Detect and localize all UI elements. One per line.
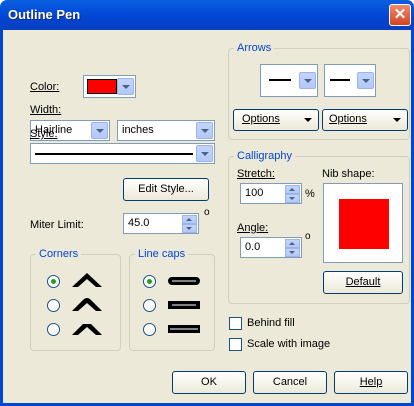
cancel-label: Cancel [272,376,308,388]
options-left-label: Options [242,113,280,125]
window-title: Outline Pen [8,7,81,22]
stretch-value: 100 [245,187,264,199]
square-cap-icon [168,325,200,333]
percent-label: % [305,188,315,200]
arrow-end-preview [330,79,350,81]
bevel-corner-icon [72,324,102,335]
chevron-down-icon [196,122,213,139]
scale-with-image-label: Scale with image [247,338,331,350]
arrows-title: Arrows [234,42,275,54]
spin-up-icon[interactable] [182,215,197,224]
calligraphy-title: Calligraphy [234,150,296,162]
unit-select[interactable]: inches [117,120,215,141]
nib-shape-preview[interactable] [323,183,403,263]
corner-round-radio[interactable] [47,299,60,312]
color-picker[interactable] [83,75,136,98]
round-cap-icon [168,301,200,309]
color-swatch [87,79,117,94]
arrow-options-left-button[interactable]: Options [233,109,319,131]
chevron-down-icon [91,122,108,139]
nib-shape-label: Nib shape: [322,168,375,180]
miter-corner-icon [72,273,102,287]
color-dropdown-icon [117,78,134,95]
spin-up-icon[interactable] [285,239,300,248]
style-label: Style: [30,128,58,140]
color-label: Color: [30,81,60,93]
miter-limit-value: 45.0 [128,217,150,229]
spin-up-icon[interactable] [285,185,300,194]
chevron-down-icon [196,145,213,162]
angle-degree-symbol: o [305,231,311,242]
edit-style-button[interactable]: Edit Style... [123,178,209,201]
spin-down-icon[interactable] [285,248,300,257]
stretch-spinner[interactable]: 100 [240,183,302,204]
miter-limit-label: Miter Limit: [30,219,84,231]
line-style-select[interactable] [30,143,215,164]
cancel-button[interactable]: Cancel [253,371,327,394]
degree-symbol: o [204,207,210,218]
default-label: Default [345,276,381,288]
options-right-label: Options [329,113,367,125]
unit-value: inches [122,124,154,136]
corner-bevel-radio[interactable] [47,323,60,336]
edit-style-label: Edit Style... [138,183,194,195]
width-label: Width: [30,104,62,116]
ok-label: OK [201,376,217,388]
chevron-down-icon [299,72,316,89]
spin-down-icon[interactable] [285,194,300,203]
help-label: Help [359,376,383,388]
round-corner-icon [72,298,102,311]
start-arrow-select[interactable] [260,64,318,97]
arrow-start-preview [269,79,291,81]
dropdown-arrow-icon [304,118,312,122]
ok-button[interactable]: OK [172,371,246,394]
dropdown-arrow-icon [393,118,401,122]
end-arrow-select[interactable] [324,64,376,97]
cap-round-radio[interactable] [143,299,156,312]
spin-down-icon[interactable] [182,224,197,233]
cap-square-radio[interactable] [143,323,156,336]
line-style-preview [35,153,193,155]
angle-label: Angle: [237,222,269,234]
chevron-down-icon [357,72,374,89]
nib-shape-square [339,199,389,249]
cap-butt-radio[interactable] [143,275,156,288]
butt-cap-icon [168,277,200,285]
angle-value: 0.0 [245,241,261,253]
corner-miter-radio[interactable] [47,275,60,288]
close-button[interactable]: ✕ [389,4,411,26]
arrow-options-right-button[interactable]: Options [322,109,408,131]
scale-with-image-checkbox[interactable] [229,338,242,351]
angle-spinner[interactable]: 0.0 [240,237,302,258]
help-button[interactable]: Help [334,371,408,394]
corners-title: Corners [36,248,82,260]
miter-limit-spinner[interactable]: 45.0 [123,213,199,234]
line-caps-title: Line caps [135,248,189,260]
behind-fill-label: Behind fill [247,317,295,329]
stretch-label: Stretch: [237,168,275,180]
default-nib-button[interactable]: Default [323,271,403,294]
behind-fill-checkbox[interactable] [229,317,242,330]
